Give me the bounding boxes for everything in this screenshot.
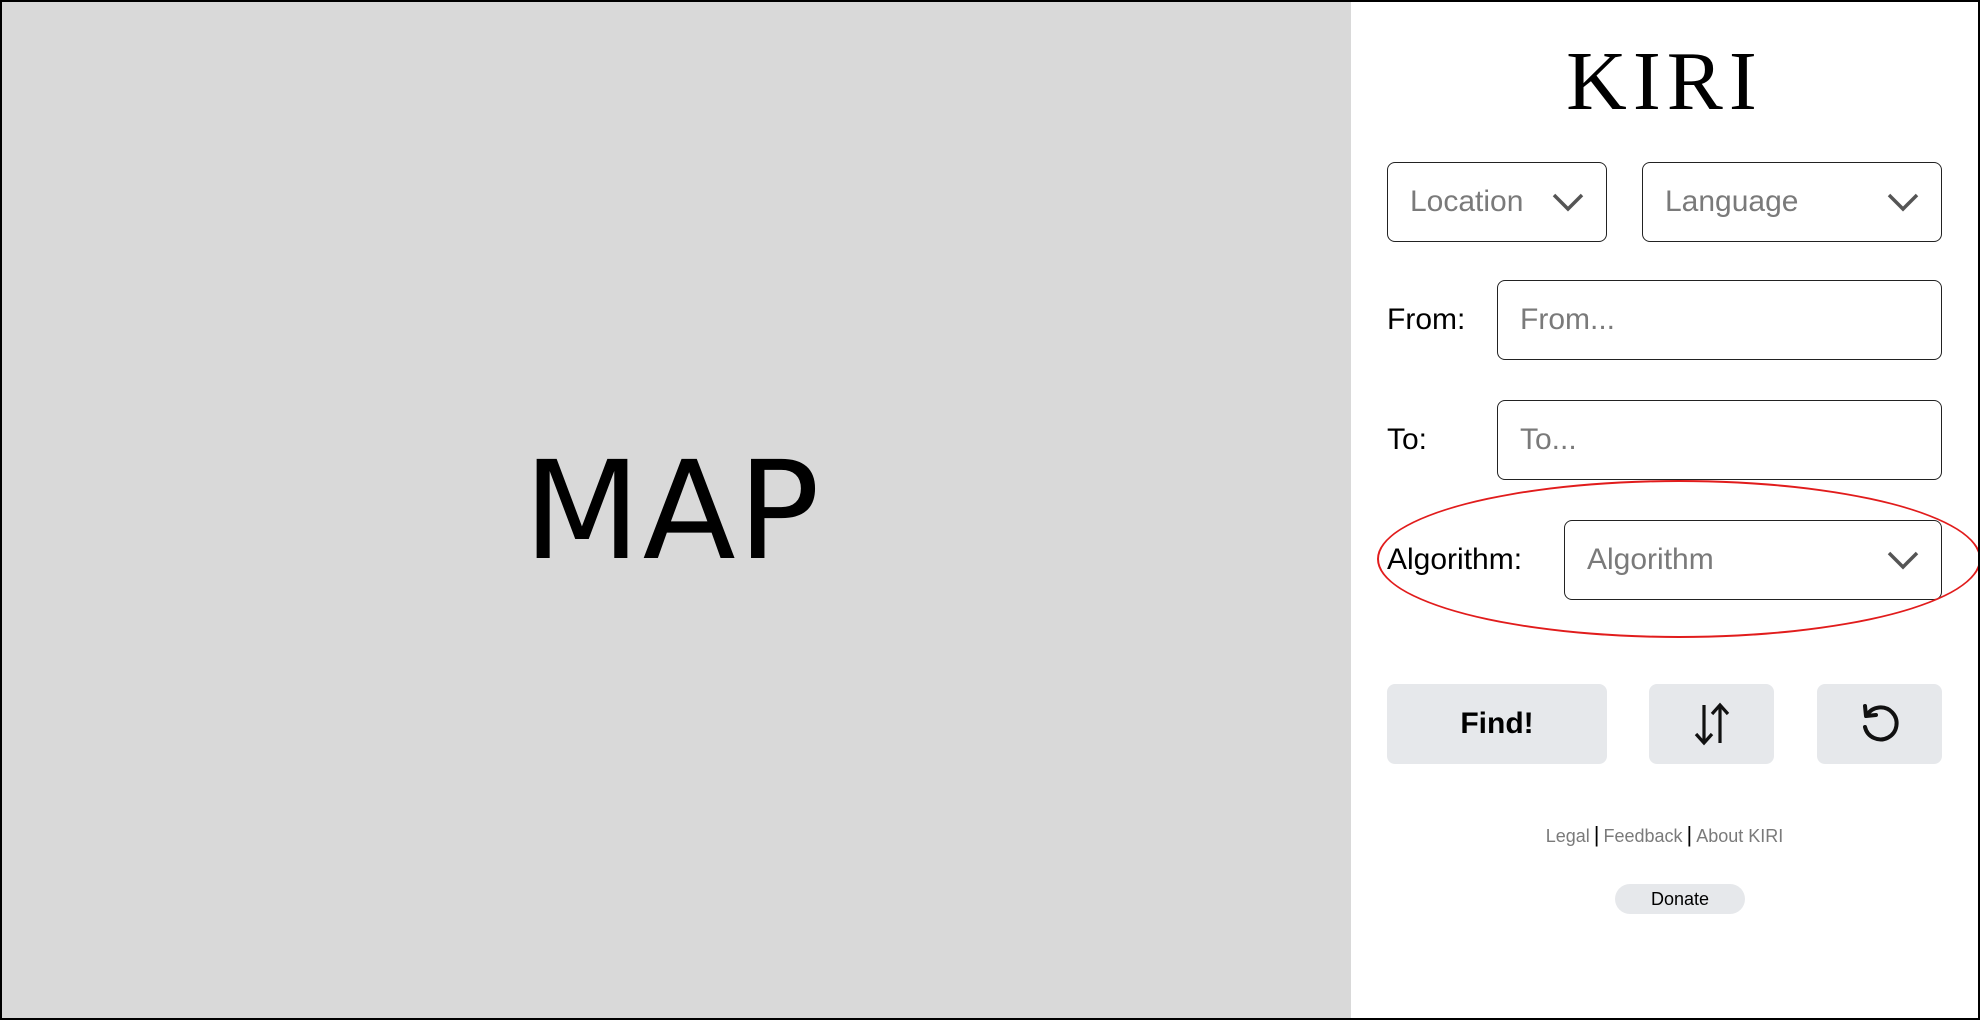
algorithm-select-value: Algorithm: [1587, 543, 1714, 576]
algorithm-select[interactable]: Algorithm: [1564, 520, 1942, 600]
link-separator: |: [1593, 822, 1600, 847]
chevron-down-icon: [1552, 193, 1584, 212]
app-frame: MAP KIRI Location Language From: To: Alg…: [0, 0, 1980, 1020]
about-link[interactable]: About KIRI: [1696, 826, 1783, 846]
from-input[interactable]: [1497, 280, 1942, 360]
language-select-value: Language: [1665, 185, 1799, 218]
swap-button[interactable]: [1649, 684, 1774, 764]
map-area[interactable]: MAP: [2, 2, 1351, 1018]
swap-vertical-icon: [1694, 702, 1729, 746]
link-separator: |: [1686, 822, 1693, 847]
to-input[interactable]: [1497, 400, 1942, 480]
footer-links: Legal | Feedback | About KIRI: [1351, 822, 1978, 849]
kiri-logo: KIRI: [1566, 35, 1763, 128]
find-button[interactable]: Find!: [1387, 684, 1607, 764]
side-panel: KIRI: [1351, 2, 1978, 1018]
legal-link[interactable]: Legal: [1546, 826, 1590, 846]
language-select[interactable]: Language: [1642, 162, 1942, 242]
reset-icon: [1862, 704, 1899, 742]
chevron-down-icon: [1887, 551, 1919, 570]
location-select[interactable]: Location: [1387, 162, 1607, 242]
reset-button[interactable]: [1817, 684, 1942, 764]
algorithm-label: Algorithm:: [1387, 543, 1523, 576]
map-label: MAP: [523, 433, 822, 591]
chevron-down-icon: [1887, 193, 1919, 212]
to-label: To:: [1387, 423, 1428, 456]
donate-button[interactable]: Donate: [1615, 884, 1745, 914]
location-select-value: Location: [1410, 185, 1524, 218]
from-label: From:: [1387, 303, 1466, 336]
feedback-link[interactable]: Feedback: [1603, 826, 1682, 846]
